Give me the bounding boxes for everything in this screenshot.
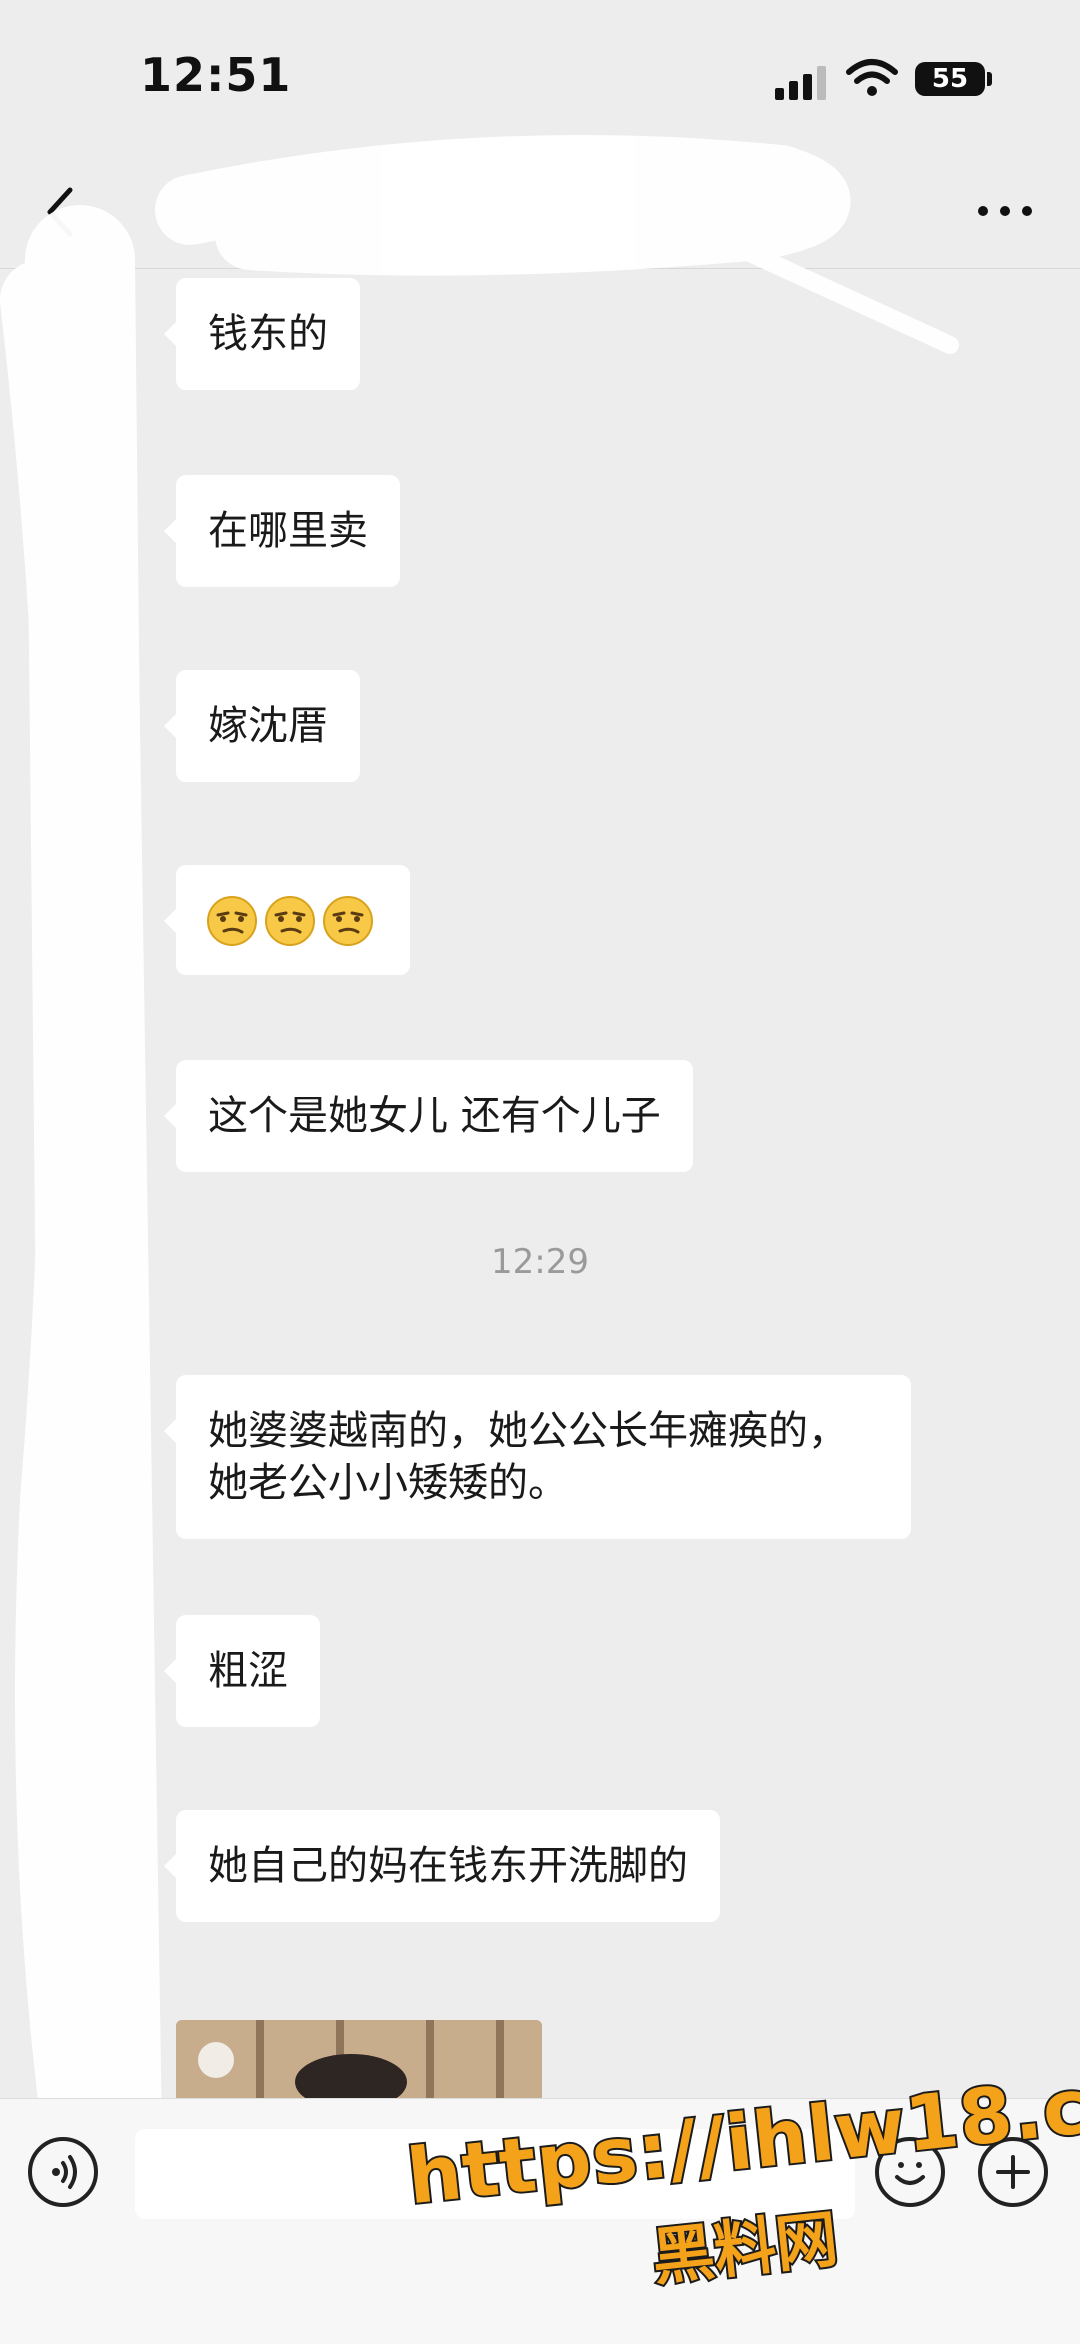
message-bubble[interactable]: 她自己的妈在钱东开洗脚的	[164, 1810, 720, 1922]
voice-waves-icon	[52, 2155, 77, 2189]
message-bubble[interactable]: 粗涩	[164, 1615, 320, 1727]
smirk-emoji-icon	[323, 896, 373, 946]
battery-indicator: 55	[915, 62, 985, 96]
battery-tip	[987, 72, 992, 86]
signal-icon	[775, 66, 826, 100]
chevron-left-icon[interactable]	[40, 182, 80, 242]
status-time: 12:51	[140, 48, 292, 102]
message-bubble[interactable]: 这个是她女儿 还有个儿子	[164, 1060, 693, 1172]
watermark-name: 黑料网	[647, 2200, 844, 2296]
chat-message-list[interactable]: 钱东的 在哪里卖 嫁沈厝 这个是她女儿 还有个儿子 12:29 她婆婆越南的，她…	[0, 270, 1080, 2130]
message-bubble[interactable]: 她婆婆越南的，她公公长年瘫痪的，她老公小小矮矮的。	[164, 1375, 911, 1539]
chat-header	[0, 160, 1080, 269]
status-bar: 12:51 55	[0, 0, 1080, 160]
voice-icon[interactable]	[28, 2137, 98, 2207]
time-divider: 12:29	[491, 1242, 589, 1282]
ellipsis-icon[interactable]	[975, 196, 1035, 226]
message-bubble[interactable]: 在哪里卖	[164, 475, 400, 587]
message-bubble[interactable]: 钱东的	[164, 278, 360, 390]
wifi-icon	[846, 59, 898, 96]
smirk-emoji-icon	[207, 896, 257, 946]
message-bubble[interactable]: 嫁沈厝	[164, 670, 360, 782]
emoji-message-bubble[interactable]	[164, 865, 410, 975]
smirk-emoji-icon	[265, 896, 315, 946]
